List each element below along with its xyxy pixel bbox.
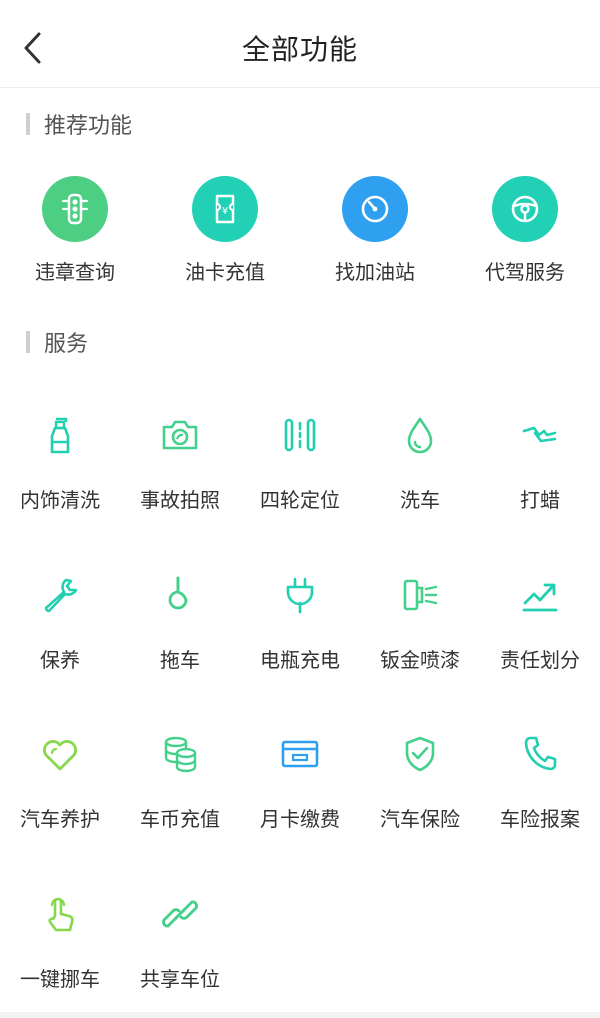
service-item-coin-recharge[interactable]: 车币充值 <box>120 731 240 841</box>
service-item-label: 事故拍照 <box>140 488 220 512</box>
service-item-label: 汽车养护 <box>20 807 100 831</box>
recommended-item-label: 代驾服务 <box>485 260 565 284</box>
service-item-label: 内饰清洗 <box>20 488 100 512</box>
spray-bottle-icon <box>37 412 83 458</box>
camera-icon <box>157 412 203 458</box>
recommended-item-label: 找加油站 <box>335 260 415 284</box>
service-item-accident-photo[interactable]: 事故拍照 <box>120 412 240 522</box>
service-item-label: 洗车 <box>400 488 440 512</box>
service-item-label: 责任划分 <box>500 648 580 672</box>
service-item-label: 电瓶充电 <box>260 648 340 672</box>
service-item-label: 车险报案 <box>500 807 580 831</box>
service-item-battery-charging[interactable]: 电瓶充电 <box>240 572 360 682</box>
wheel-alignment-icon <box>277 412 323 458</box>
service-item-label: 汽车保险 <box>380 807 460 831</box>
section-title-recommended: 推荐功能 <box>44 114 133 139</box>
service-item-car-care[interactable]: 汽车养护 <box>0 731 120 841</box>
fuel-card-icon: ¥ <box>192 176 258 242</box>
service-item-interior-cleaning[interactable]: 内饰清洗 <box>0 412 120 522</box>
traffic-light-icon <box>42 176 108 242</box>
recommended-item-find-gas-station[interactable]: 找加油站 <box>300 176 450 296</box>
service-item-paint-repair[interactable]: 钣金喷漆 <box>360 572 480 682</box>
phone-icon <box>517 731 563 777</box>
service-item-label: 拖车 <box>160 648 200 672</box>
recommended-item-label: 油卡充值 <box>185 260 265 284</box>
service-item-label: 保养 <box>40 648 80 672</box>
service-item-towing[interactable]: 拖车 <box>120 572 240 682</box>
page-title: 全部功能 <box>241 33 358 66</box>
service-item-label: 车币充值 <box>140 807 220 831</box>
service-item-insurance-claim[interactable]: 车险报案 <box>480 731 600 841</box>
card-icon <box>277 731 323 777</box>
section-title-services: 服务 <box>44 332 89 357</box>
coins-icon <box>157 731 203 777</box>
tow-hook-icon <box>157 572 203 618</box>
link-icon <box>157 891 203 937</box>
service-item-label: 打蜡 <box>520 488 560 512</box>
shield-check-icon <box>397 731 443 777</box>
service-item-shared-parking[interactable]: 共享车位 <box>120 891 240 1001</box>
recommended-item-chauffeur[interactable]: 代驾服务 <box>450 176 600 296</box>
service-item-label: 一键挪车 <box>20 967 100 991</box>
service-item-label: 共享车位 <box>140 967 220 991</box>
gauge-icon <box>342 176 408 242</box>
wax-icon <box>517 412 563 458</box>
section-bar <box>26 331 30 353</box>
water-drop-icon <box>397 412 443 458</box>
hand-tap-icon <box>37 891 83 937</box>
section-header-services: 服务 <box>26 328 89 357</box>
service-item-car-insurance[interactable]: 汽车保险 <box>360 731 480 841</box>
bottom-divider <box>0 1012 600 1018</box>
recommended-item-fuel-card[interactable]: ¥ 油卡充值 <box>150 176 300 296</box>
service-item-label: 钣金喷漆 <box>380 648 460 672</box>
steering-wheel-icon <box>492 176 558 242</box>
header-bar: 全部功能 <box>0 0 600 88</box>
heart-icon <box>37 731 83 777</box>
service-item-wheel-alignment[interactable]: 四轮定位 <box>240 412 360 522</box>
service-item-monthly-card[interactable]: 月卡缴费 <box>240 731 360 841</box>
spray-gun-icon <box>397 572 443 618</box>
plug-icon <box>277 572 323 618</box>
svg-text:¥: ¥ <box>222 206 228 217</box>
service-item-car-wash[interactable]: 洗车 <box>360 412 480 522</box>
service-item-liability[interactable]: 责任划分 <box>480 572 600 682</box>
recommended-item-label: 违章查询 <box>35 260 115 284</box>
section-bar <box>26 113 30 135</box>
service-item-move-car[interactable]: 一键挪车 <box>0 891 120 1001</box>
wrench-icon <box>37 572 83 618</box>
service-item-label: 月卡缴费 <box>260 807 340 831</box>
service-item-label: 四轮定位 <box>260 488 340 512</box>
section-header-recommended: 推荐功能 <box>26 110 133 139</box>
recommended-item-violation-query[interactable]: 违章查询 <box>0 176 150 296</box>
service-item-maintenance[interactable]: 保养 <box>0 572 120 682</box>
service-item-waxing[interactable]: 打蜡 <box>480 412 600 522</box>
trend-icon <box>517 572 563 618</box>
